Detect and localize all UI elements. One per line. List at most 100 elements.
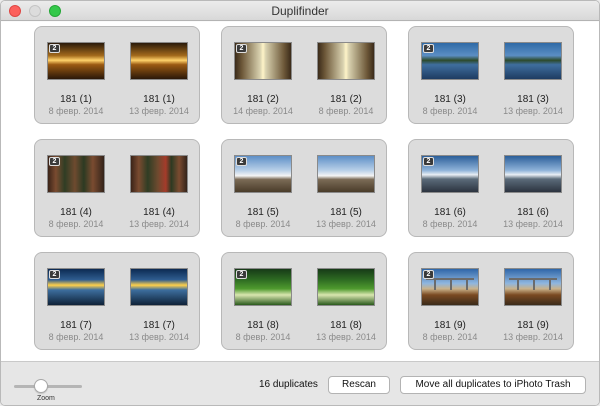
- photo-date: 8 февр. 2014: [48, 332, 104, 342]
- photo-item[interactable]: 2 181 (8) 8 февр. 2014: [225, 268, 301, 342]
- photo-thumbnail[interactable]: 2: [421, 155, 479, 193]
- duplicates-grid: 2 181 (1) 8 февр. 2014 181 (1) 13 февр. 2014…: [1, 22, 599, 361]
- bridge-pillar: [517, 278, 519, 290]
- photo-thumbnail[interactable]: [504, 155, 562, 193]
- duplicate-group: 2 181 (5) 8 февр. 2014 181 (5) 13 февр. 2014: [221, 139, 387, 237]
- bridge-pillar: [434, 278, 436, 290]
- zoom-slider-knob[interactable]: [34, 379, 49, 393]
- photo-name: 181 (4): [60, 207, 92, 218]
- photo-item[interactable]: 181 (2) 8 февр. 2014: [308, 42, 384, 116]
- photo-name: 181 (6): [434, 207, 466, 218]
- duplicates-count: 16 duplicates: [259, 379, 318, 390]
- duplicate-count-badge: 2: [423, 270, 434, 279]
- photo-thumbnail[interactable]: 2: [421, 42, 479, 80]
- duplicate-count-badge: 2: [423, 44, 434, 53]
- photo-thumbnail[interactable]: [504, 268, 562, 306]
- photo-name: 181 (7): [143, 320, 175, 331]
- photo-date: 13 февр. 2014: [503, 106, 563, 116]
- duplicate-count-badge: 2: [423, 157, 434, 166]
- photo-thumbnail[interactable]: 2: [234, 155, 292, 193]
- duplicate-group: 2 181 (9) 8 февр. 2014 181 (9) 13 февр. 2014: [408, 252, 574, 350]
- photo-date: 13 февр. 2014: [129, 332, 189, 342]
- photo-thumbnail[interactable]: [317, 268, 375, 306]
- photo-thumbnail[interactable]: 2: [47, 268, 105, 306]
- photo-thumbnail[interactable]: [504, 42, 562, 80]
- duplicate-group: 2 181 (2) 14 февр. 2014 181 (2) 8 февр. 2014: [221, 26, 387, 124]
- photo-item[interactable]: 181 (7) 13 февр. 2014: [121, 268, 197, 342]
- photo-item[interactable]: 181 (4) 13 февр. 2014: [121, 155, 197, 229]
- photo-date: 8 февр. 2014: [48, 106, 104, 116]
- photo-date: 13 февр. 2014: [503, 219, 563, 229]
- photo-date: 8 февр. 2014: [235, 219, 291, 229]
- duplicate-group: 2 181 (4) 8 февр. 2014 181 (4) 13 февр. 2014: [34, 139, 200, 237]
- photo-item[interactable]: 2 181 (2) 14 февр. 2014: [225, 42, 301, 116]
- photo-thumbnail[interactable]: 2: [47, 42, 105, 80]
- photo-name: 181 (2): [330, 94, 362, 105]
- photo-name: 181 (1): [60, 94, 92, 105]
- photo-item[interactable]: 181 (6) 13 февр. 2014: [495, 155, 571, 229]
- duplicate-count-badge: 2: [236, 157, 247, 166]
- photo-item[interactable]: 2 181 (4) 8 февр. 2014: [38, 155, 114, 229]
- photo-item[interactable]: 2 181 (7) 8 февр. 2014: [38, 268, 114, 342]
- zoom-label: Zoom: [37, 395, 55, 402]
- photo-date: 13 февр. 2014: [503, 332, 563, 342]
- duplicate-group: 2 181 (7) 8 февр. 2014 181 (7) 13 февр. 2014: [34, 252, 200, 350]
- duplicate-group: 2 181 (6) 8 февр. 2014 181 (6) 13 февр. 2014: [408, 139, 574, 237]
- photo-item[interactable]: 2 181 (1) 8 февр. 2014: [38, 42, 114, 116]
- photo-name: 181 (6): [517, 207, 549, 218]
- photo-date: 8 февр. 2014: [422, 332, 478, 342]
- photo-name: 181 (8): [247, 320, 279, 331]
- photo-name: 181 (1): [143, 94, 175, 105]
- duplicate-group: 2 181 (3) 8 февр. 2014 181 (3) 13 февр. 2014: [408, 26, 574, 124]
- photo-item[interactable]: 2 181 (9) 8 февр. 2014: [412, 268, 488, 342]
- photo-thumbnail[interactable]: 2: [234, 42, 292, 80]
- window-title: Duplifinder: [271, 4, 329, 18]
- photo-name: 181 (9): [517, 320, 549, 331]
- duplicate-count-badge: 2: [49, 157, 60, 166]
- photo-date: 13 февр. 2014: [316, 332, 376, 342]
- photo-date: 13 февр. 2014: [316, 219, 376, 229]
- photo-name: 181 (5): [330, 207, 362, 218]
- photo-item[interactable]: 181 (9) 13 февр. 2014: [495, 268, 571, 342]
- photo-thumbnail[interactable]: [130, 42, 188, 80]
- photo-name: 181 (5): [247, 207, 279, 218]
- photo-date: 13 февр. 2014: [129, 106, 189, 116]
- duplicate-group: 2 181 (8) 8 февр. 2014 181 (8) 13 февр. 2014: [221, 252, 387, 350]
- bottom-toolbar: Zoom 16 duplicates Rescan Move all dupli…: [1, 361, 599, 405]
- app-window: Duplifinder 2 181 (1) 8 февр. 2014 181 (1) 1…: [0, 0, 600, 406]
- photo-item[interactable]: 181 (1) 13 февр. 2014: [121, 42, 197, 116]
- bridge-pillar: [533, 278, 535, 290]
- photo-thumbnail[interactable]: 2: [421, 268, 479, 306]
- photo-thumbnail[interactable]: [317, 42, 375, 80]
- photo-name: 181 (4): [143, 207, 175, 218]
- photo-thumbnail[interactable]: 2: [47, 155, 105, 193]
- photo-name: 181 (3): [517, 94, 549, 105]
- photo-thumbnail[interactable]: [130, 268, 188, 306]
- duplicate-count-badge: 2: [49, 44, 60, 53]
- photo-date: 8 февр. 2014: [48, 219, 104, 229]
- photo-item[interactable]: 181 (3) 13 февр. 2014: [495, 42, 571, 116]
- photo-date: 8 февр. 2014: [422, 106, 478, 116]
- photo-date: 13 февр. 2014: [129, 219, 189, 229]
- photo-thumbnail[interactable]: [317, 155, 375, 193]
- photo-name: 181 (8): [330, 320, 362, 331]
- duplicate-count-badge: 2: [236, 270, 247, 279]
- photo-name: 181 (7): [60, 320, 92, 331]
- rescan-button[interactable]: Rescan: [328, 376, 390, 394]
- photo-item[interactable]: 2 181 (5) 8 февр. 2014: [225, 155, 301, 229]
- photo-thumbnail[interactable]: [130, 155, 188, 193]
- move-to-trash-button[interactable]: Move all duplicates to iPhoto Trash: [400, 376, 586, 394]
- photo-item[interactable]: 2 181 (6) 8 февр. 2014: [412, 155, 488, 229]
- photo-thumbnail[interactable]: 2: [234, 268, 292, 306]
- photo-date: 14 февр. 2014: [233, 106, 293, 116]
- photo-date: 8 февр. 2014: [235, 332, 291, 342]
- photo-item[interactable]: 2 181 (3) 8 февр. 2014: [412, 42, 488, 116]
- photo-item[interactable]: 181 (8) 13 февр. 2014: [308, 268, 384, 342]
- title-bar: Duplifinder: [1, 1, 599, 21]
- photo-item[interactable]: 181 (5) 13 февр. 2014: [308, 155, 384, 229]
- bridge-pillar: [450, 278, 452, 290]
- bridge-pillar: [549, 278, 551, 290]
- photo-date: 8 февр. 2014: [318, 106, 374, 116]
- duplicate-count-badge: 2: [236, 44, 247, 53]
- bridge-pillar: [466, 278, 468, 290]
